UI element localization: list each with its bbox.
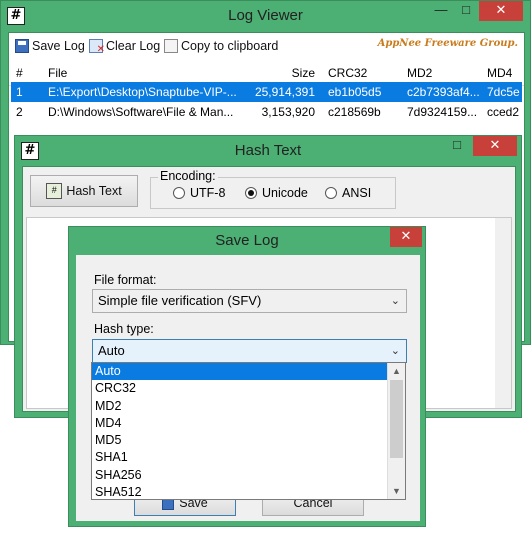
copy-label: Copy to clipboard <box>181 39 279 53</box>
save-log-titlebar[interactable]: Save Log ✕ <box>69 227 425 255</box>
list-scrollbar[interactable]: ▲ ▼ <box>387 363 405 499</box>
close-icon[interactable]: ✕ <box>479 1 523 21</box>
radio-indicator <box>245 187 257 199</box>
hash-text-icon: # <box>46 183 63 199</box>
copy-to-clipboard-button[interactable]: Copy to clipboard <box>164 37 278 55</box>
radio-indicator <box>325 187 337 199</box>
row-md4: cced2 <box>487 105 520 119</box>
column-header-file[interactable]: File <box>48 63 67 83</box>
row-crc32: eb1b05d5 <box>328 85 382 99</box>
list-item[interactable]: MD5 <box>92 432 405 449</box>
encoding-option-label: UTF-8 <box>190 186 226 200</box>
column-header-md2[interactable]: MD2 <box>407 63 432 83</box>
row-file: D:\Windows\Software\File & Man... <box>48 105 234 119</box>
clear-table-icon: ✕ <box>89 39 105 55</box>
row-md4: 7dc5e <box>487 85 520 99</box>
list-item[interactable]: SHA1 <box>92 449 405 466</box>
row-md2: 7d9324159... <box>407 105 478 119</box>
list-item[interactable]: MD2 <box>92 398 405 415</box>
scroll-up-icon[interactable]: ▲ <box>388 363 405 379</box>
list-item[interactable]: MD4 <box>92 415 405 432</box>
encoding-ansi-radio[interactable]: ANSI <box>325 186 371 200</box>
list-item[interactable]: Auto <box>92 363 405 381</box>
save-log-button[interactable]: Save Log <box>15 37 85 55</box>
close-icon[interactable]: ✕ <box>473 136 517 156</box>
window-title: Hash Text <box>234 142 302 159</box>
table-row[interactable]: 2 D:\Windows\Software\File & Man... 3,15… <box>11 102 522 122</box>
list-item[interactable]: SHA512 <box>92 484 405 499</box>
file-format-value: Simple file verification (SFV) <box>98 293 262 308</box>
encoding-unicode-radio[interactable]: Unicode <box>245 186 308 200</box>
encoding-utf8-radio[interactable]: UTF-8 <box>173 186 225 200</box>
column-header-crc32[interactable]: CRC32 <box>328 63 367 83</box>
hash-type-dropdown[interactable]: Auto ⌄ <box>92 339 407 363</box>
maximize-icon[interactable]: □ <box>447 136 467 156</box>
row-size: 25,914,391 <box>254 85 315 99</box>
row-number: 2 <box>16 105 23 119</box>
column-header-number[interactable]: # <box>16 63 23 83</box>
column-header-md4[interactable]: MD4 <box>487 63 512 83</box>
dialog-title: Save Log <box>215 232 279 249</box>
scroll-down-icon[interactable]: ▼ <box>388 483 405 499</box>
hash-text-titlebar[interactable]: # Hash Text □ ✕ <box>15 136 521 166</box>
minimize-icon[interactable]: — <box>431 1 451 21</box>
scroll-thumb[interactable] <box>390 380 403 458</box>
row-number: 1 <box>16 85 23 99</box>
floppy-disk-icon <box>15 39 29 53</box>
row-md2: c2b7393af4... <box>407 85 480 99</box>
text-area-scrollbar[interactable] <box>495 218 511 408</box>
hash-type-options-list: Auto CRC32 MD2 MD4 MD5 SHA1 SHA256 SHA51… <box>91 362 406 500</box>
hash-text-button-label: Hash Text <box>66 184 122 198</box>
brand-watermark: AppNee Freeware Group. <box>377 38 518 49</box>
encoding-label: Encoding: <box>158 169 218 183</box>
clear-log-label: Clear Log <box>106 39 161 53</box>
file-format-dropdown[interactable]: Simple file verification (SFV) ⌄ <box>92 289 407 313</box>
row-file: E:\Export\Desktop\Snaptube-VIP-... <box>48 85 237 99</box>
hash-text-button[interactable]: # Hash Text <box>30 175 138 207</box>
hash-type-label: Hash type: <box>94 322 154 336</box>
encoding-option-label: Unicode <box>262 186 308 200</box>
maximize-icon[interactable]: □ <box>456 1 476 21</box>
radio-indicator <box>173 187 185 199</box>
list-item[interactable]: CRC32 <box>92 380 405 397</box>
chevron-down-icon: ⌄ <box>390 345 400 357</box>
file-format-label: File format: <box>94 273 157 287</box>
copy-icon <box>164 39 178 53</box>
column-header-size[interactable]: Size <box>249 63 315 83</box>
row-size: 3,153,920 <box>261 105 315 119</box>
close-icon[interactable]: ✕ <box>390 227 422 247</box>
log-viewer-titlebar[interactable]: # Log Viewer — □ ✕ <box>1 1 530 31</box>
row-crc32: c218569b <box>328 105 381 119</box>
clear-log-button[interactable]: ✕ Clear Log <box>89 37 160 55</box>
encoding-option-label: ANSI <box>342 186 372 200</box>
save-log-label: Save Log <box>32 39 85 53</box>
chevron-down-icon: ⌄ <box>390 295 400 307</box>
table-row[interactable]: 1 E:\Export\Desktop\Snaptube-VIP-... 25,… <box>11 82 522 102</box>
hash-type-value: Auto <box>98 343 125 358</box>
list-item[interactable]: SHA256 <box>92 467 405 484</box>
